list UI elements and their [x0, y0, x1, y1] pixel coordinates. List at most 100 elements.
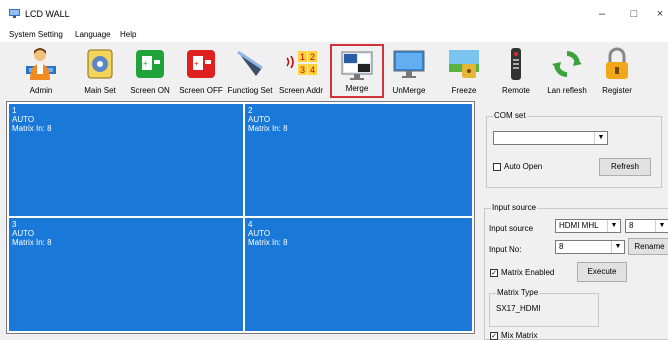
function-set-button[interactable]: Functiog Set: [226, 44, 274, 98]
merge-button[interactable]: Merge: [330, 44, 384, 98]
screen-on-icon: +: [136, 50, 164, 78]
screen-number: 2: [248, 106, 253, 115]
matrix-type-value: SX17_HDMI: [496, 304, 541, 313]
close-button[interactable]: ×: [650, 6, 668, 22]
lan-refresh-button[interactable]: Lan reflesh: [542, 44, 592, 98]
unmerge-icon: [393, 50, 425, 78]
minimize-button[interactable]: –: [592, 6, 612, 22]
screen-mode: AUTO: [248, 229, 271, 238]
screen-mode: AUTO: [12, 229, 35, 238]
com-set-title: COM set: [493, 111, 527, 120]
app-icon: [9, 9, 20, 18]
freeze-icon: [449, 50, 479, 78]
auto-open-checkbox[interactable]: [493, 163, 501, 171]
toolbar-label: Screen OFF: [179, 86, 223, 95]
input-source-value: HDMI MHL: [559, 221, 599, 230]
main-set-button[interactable]: Main Set: [78, 44, 122, 98]
toolbar-label: Lan reflesh: [547, 86, 587, 95]
screen-matrix-input: Matrix In: 8: [248, 238, 288, 247]
screen-number: 3: [12, 220, 17, 229]
maximize-button[interactable]: □: [624, 6, 644, 22]
admin-button[interactable]: Admin: [18, 44, 64, 98]
menu-system-setting[interactable]: System Setting: [9, 30, 63, 39]
chevron-down-icon: ▼: [655, 220, 668, 232]
chevron-down-icon: ▼: [611, 241, 624, 253]
screen-off-button[interactable]: + Screen OFF: [177, 44, 225, 98]
screen-cell-1[interactable]: 1 AUTO Matrix In: 8: [9, 104, 243, 216]
freeze-button[interactable]: Freeze: [442, 44, 486, 98]
svg-text:2: 2: [310, 52, 315, 62]
screen-number: 1: [12, 106, 17, 115]
screen-matrix-input: Matrix In: 8: [12, 238, 52, 247]
execute-button[interactable]: Execute: [577, 262, 627, 282]
toolbar-label: UnMerge: [392, 86, 426, 95]
matrix-enabled-label: Matrix Enabled: [501, 268, 555, 277]
input-no-value: 8: [559, 242, 564, 251]
screen-number: 4: [248, 220, 253, 229]
toolbar-label: Remote: [501, 86, 530, 95]
input-source-select[interactable]: HDMI MHL ▼: [555, 219, 621, 233]
toolbar: Admin Main Set + Screen ON + Screen OFF …: [0, 42, 668, 100]
screen-addr-button[interactable]: 12 34 Screen Addr: [276, 44, 326, 98]
input-source-label: Input source: [489, 224, 534, 233]
remote-icon: [511, 48, 521, 80]
remote-button[interactable]: Remote: [494, 44, 538, 98]
register-button[interactable]: Register: [594, 44, 640, 98]
com-port-select[interactable]: ▼: [493, 131, 608, 145]
title-bar: LCD WALL – □ ×: [0, 0, 668, 28]
input-source-group: Input source Input source HDMI MHL ▼ 8 ▼…: [484, 203, 668, 340]
screen-matrix-input: Matrix In: 8: [248, 124, 288, 133]
com-set-group: COM set ▼ Auto Open Refresh: [486, 111, 662, 188]
unmerge-button[interactable]: UnMerge: [386, 44, 432, 98]
screen-cell-4[interactable]: 4 AUTO Matrix In: 8: [245, 218, 472, 331]
screen-matrix-input: Matrix In: 8: [12, 124, 52, 133]
svg-text:4: 4: [310, 65, 315, 75]
menu-language[interactable]: Language: [75, 30, 111, 39]
toolbar-label: Freeze: [451, 86, 477, 95]
function-set-icon: [237, 50, 263, 76]
screen-addr-icon: 12 34: [286, 51, 317, 75]
main-set-icon: [87, 49, 113, 79]
input-source-number-select[interactable]: 8 ▼: [625, 219, 668, 233]
refresh-button[interactable]: Refresh: [599, 158, 651, 176]
rename-button[interactable]: Rename: [628, 238, 668, 255]
merge-icon: [341, 51, 373, 80]
control-panel: COM set ▼ Auto Open Refresh Input source…: [478, 101, 668, 340]
input-no-select[interactable]: 8 ▼: [555, 240, 625, 254]
toolbar-label: Screen Addr: [278, 86, 324, 95]
mix-matrix-label: Mix Matrix: [501, 331, 538, 340]
toolbar-label: Register: [602, 86, 632, 95]
matrix-type-group: Matrix Type SX17_HDMI: [489, 288, 599, 327]
menu-help[interactable]: Help: [120, 30, 136, 39]
screen-on-button[interactable]: + Screen ON: [127, 44, 173, 98]
toolbar-label: Main Set: [84, 86, 116, 95]
input-no-label: Input No:: [489, 245, 522, 254]
toolbar-label: Admin: [29, 86, 53, 95]
svg-text:3: 3: [300, 65, 305, 75]
svg-text:1: 1: [300, 52, 305, 62]
chevron-down-icon: ▼: [594, 132, 607, 144]
menu-bar: System Setting Language Help: [0, 28, 668, 42]
screen-cell-2[interactable]: 2 AUTO Matrix In: 8: [245, 104, 472, 216]
matrix-type-title: Matrix Type: [496, 288, 540, 297]
toolbar-label: Functiog Set: [227, 86, 273, 95]
matrix-enabled-checkbox[interactable]: ✓: [490, 269, 498, 277]
mix-matrix-checkbox[interactable]: ✓: [490, 332, 498, 340]
screen-off-icon: +: [187, 50, 215, 78]
window-title: LCD WALL: [25, 9, 70, 19]
input-source-title: Input source: [491, 203, 538, 212]
chevron-down-icon: ▼: [607, 220, 620, 232]
svg-text:+: +: [194, 59, 199, 68]
screen-cell-3[interactable]: 3 AUTO Matrix In: 8: [9, 218, 243, 331]
screen-mode: AUTO: [12, 115, 35, 124]
svg-text:+: +: [143, 59, 148, 68]
toolbar-label: Screen ON: [130, 86, 170, 95]
video-wall-grid: 1 AUTO Matrix In: 8 2 AUTO Matrix In: 8 …: [6, 101, 475, 334]
auto-open-label: Auto Open: [504, 162, 543, 171]
lan-refresh-icon: [552, 51, 582, 77]
screen-mode: AUTO: [248, 115, 271, 124]
register-icon: [606, 47, 628, 79]
input-source-number: 8: [629, 221, 634, 230]
toolbar-label: Merge: [345, 84, 369, 93]
admin-icon: [26, 48, 56, 80]
